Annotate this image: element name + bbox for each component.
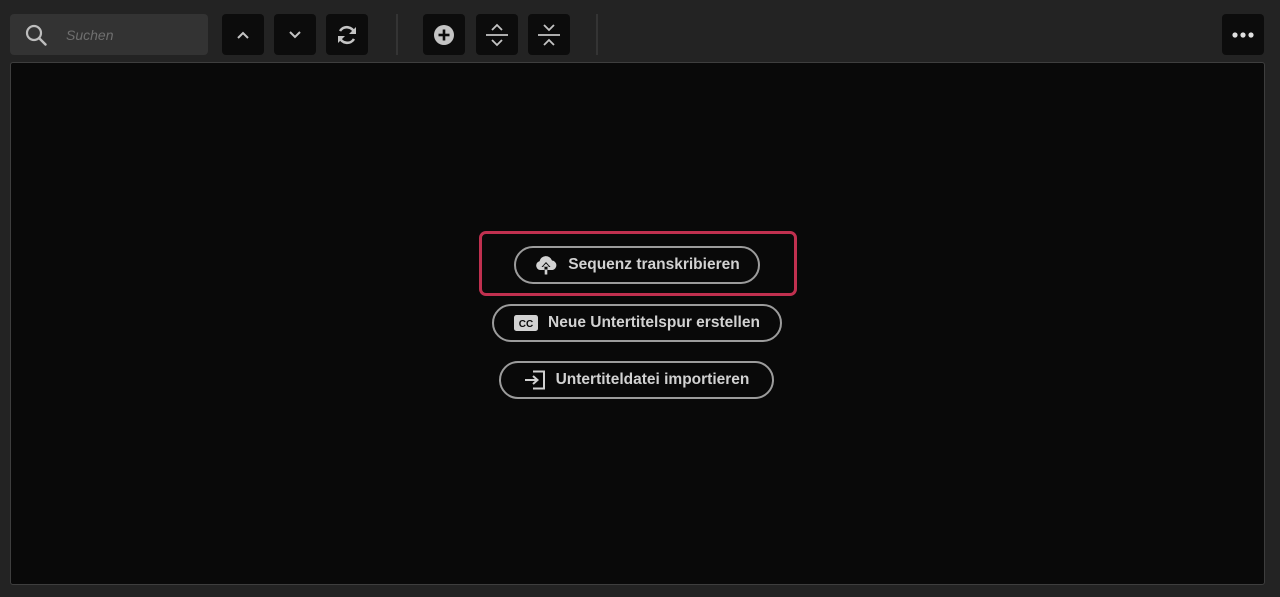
toolbar	[0, 0, 1280, 62]
more-options-button[interactable]	[1222, 14, 1264, 55]
add-button[interactable]	[423, 14, 465, 55]
next-button[interactable]	[274, 14, 316, 55]
svg-text:CC: CC	[519, 319, 533, 330]
create-caption-track-label: Neue Untertitelspur erstellen	[548, 314, 760, 331]
toolbar-separator	[396, 14, 398, 55]
search-icon	[25, 24, 47, 46]
collapse-vertical-icon	[538, 23, 560, 46]
chevron-down-icon	[289, 30, 301, 38]
more-horizontal-icon	[1232, 31, 1254, 38]
previous-button[interactable]	[222, 14, 264, 55]
expand-all-button[interactable]	[476, 14, 518, 55]
search-box[interactable]	[10, 14, 208, 55]
plus-circle-icon	[434, 24, 454, 45]
search-input[interactable]	[64, 22, 204, 48]
import-caption-file-label: Untertiteldatei importieren	[555, 371, 750, 388]
toolbar-separator	[596, 14, 598, 55]
cc-icon: CC	[514, 315, 539, 331]
transcribe-sequence-label: Sequenz transkribieren	[568, 256, 740, 273]
collapse-all-button[interactable]	[528, 14, 570, 55]
refresh-icon	[338, 25, 356, 44]
import-caption-file-button[interactable]: Untertiteldatei importieren	[499, 361, 774, 399]
import-icon	[524, 370, 546, 390]
create-caption-track-button[interactable]: CC Neue Untertitelspur erstellen	[492, 304, 782, 342]
chevron-up-icon	[237, 31, 249, 39]
cloud-upload-icon	[534, 255, 558, 275]
expand-vertical-icon	[486, 23, 508, 46]
transcribe-sequence-button[interactable]: Sequenz transkribieren	[514, 246, 760, 284]
refresh-button[interactable]	[326, 14, 368, 55]
